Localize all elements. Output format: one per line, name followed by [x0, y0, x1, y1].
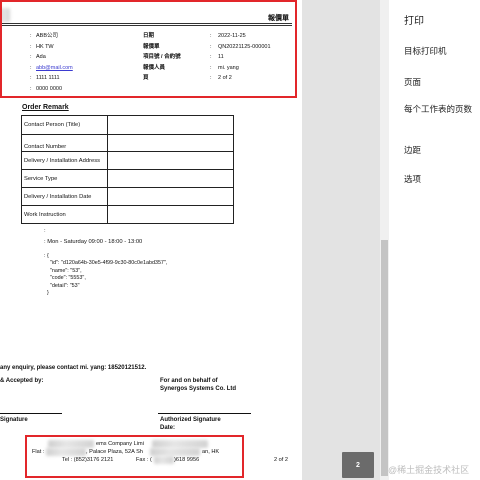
signature-label-left: Signature [0, 417, 28, 423]
signature-date-label: Date: [160, 424, 176, 431]
pages-option[interactable]: 页面 [404, 76, 476, 88]
signature-line-right [158, 413, 251, 414]
table-row: Contact Person (Title) [21, 115, 234, 135]
remark-label: Delivery / Installation Date [21, 187, 108, 206]
remark-value [107, 169, 234, 188]
table-row: Delivery / Installation Address [21, 151, 234, 170]
table-row: Service Type [21, 169, 234, 188]
remark-label: Delivery / Installation Address [21, 151, 108, 170]
page-number-badge: 2 [342, 452, 374, 478]
order-remark-title: Order Remark [22, 104, 69, 111]
order-remark-table: Contact Person (Title) Contact Number De… [21, 115, 234, 224]
options-option[interactable]: 选项 [404, 173, 476, 185]
print-preview-area: 報價單 ABB公司 HK TW Ada abb@mail.com 1111 11… [0, 0, 380, 480]
remark-value [107, 187, 234, 206]
print-preview-window: 報價單 ABB公司 HK TW Ada abb@mail.com 1111 11… [0, 0, 480, 480]
remark-label: Contact Person (Title) [21, 115, 108, 135]
authorized-signature: Authorized Signature Date: [160, 417, 221, 432]
remark-value [107, 151, 234, 170]
watermark: @稀土掘金技术社区 [388, 465, 470, 475]
remark-value [107, 115, 234, 135]
authorized-signature-label: Authorized Signature [160, 417, 221, 423]
blank-field-colon: : [44, 228, 46, 234]
json-detail-block: : { "id": "d120a64b-30e5-4f99-9c30-80c0e… [44, 253, 168, 297]
service-hours: : Mon - Saturday 09:00 - 18:00 - 13:00 [44, 239, 143, 245]
on-behalf-of: For and on behalf of Synergos Systems Co… [160, 378, 236, 393]
print-settings-panel [389, 0, 480, 480]
remark-label: Contact Number [21, 134, 108, 152]
margins-option[interactable]: 边距 [404, 144, 476, 156]
remark-value [107, 205, 234, 224]
remark-label: Work Instruction [21, 205, 108, 224]
document-page: 報價單 ABB公司 HK TW Ada abb@mail.com 1111 11… [0, 0, 302, 480]
destination-printer-option[interactable]: 目标打印机 [404, 45, 476, 57]
print-panel-title: 打印 [404, 16, 424, 27]
scrollbar-thumb[interactable] [381, 240, 388, 476]
table-row: Work Instruction [21, 205, 234, 224]
remark-value [107, 134, 234, 152]
signature-line-left [0, 413, 62, 414]
accepted-by-label: & Accepted by: [0, 378, 44, 384]
enquiry-note: any enquiry, please contact mi. yang: 18… [0, 365, 147, 371]
table-row: Delivery / Installation Date [21, 187, 234, 206]
behalf-line-1: For and on behalf of [160, 378, 218, 384]
table-row: Contact Number [21, 134, 234, 152]
remark-label: Service Type [21, 169, 108, 188]
header-highlight-box [0, 0, 297, 98]
behalf-line-2: Synergos Systems Co. Ltd [160, 385, 237, 392]
footer-page-number: 2 of 2 [274, 457, 288, 463]
footer-highlight-box [25, 435, 244, 478]
pages-per-sheet-option[interactable]: 每个工作表的页数 [404, 103, 476, 115]
